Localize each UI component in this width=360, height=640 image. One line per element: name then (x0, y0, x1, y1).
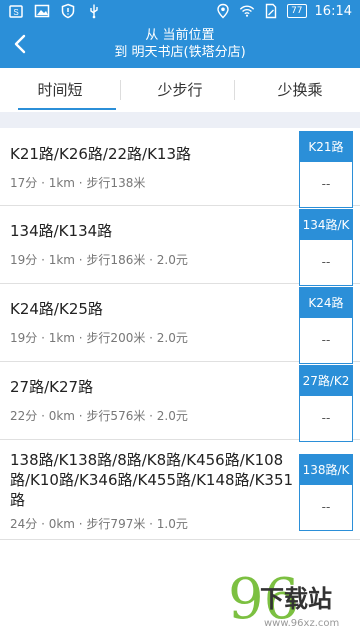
route-item[interactable]: 27路/K27路 22分 · 0km · 步行576米 · 2.0元 27路/K… (0, 362, 360, 442)
app-notification-icon: S (8, 3, 24, 19)
route-destination: 到 明天书店(铁塔分店) (114, 45, 246, 60)
status-bar: S 77 16:14 (0, 0, 360, 24)
sort-tabs: 时间短 少步行 少换乘 (0, 68, 360, 112)
realtime-badge[interactable]: 138路/K -- (299, 454, 353, 531)
tab-fewer-transfers[interactable]: 少换乘 (240, 68, 360, 112)
route-header: 从 当前位置 到 明天书店(铁塔分店) (0, 24, 360, 68)
route-lines: 138路/K138路/8路/K8路/K456路/K108路/K10路/K346路… (10, 451, 294, 509)
sim-icon (263, 3, 279, 19)
section-gap (0, 112, 360, 128)
badge-line: 138路/K (300, 455, 352, 485)
route-meta: 17分 · 1km · 步行138米 (10, 176, 146, 190)
realtime-badge[interactable]: 27路/K2 -- (299, 365, 353, 442)
tab-divider (234, 80, 235, 100)
badge-line: 27路/K2 (300, 366, 352, 396)
realtime-badge[interactable]: K24路 -- (299, 287, 353, 364)
badge-arrival: -- (321, 500, 331, 514)
route-lines: 134路/K134路 (10, 222, 113, 240)
tab-shortest-time[interactable]: 时间短 (0, 68, 120, 112)
badge-line: 134路/K (300, 210, 352, 240)
shield-icon (60, 3, 76, 19)
badge-arrival: -- (321, 333, 331, 347)
route-meta: 22分 · 0km · 步行576米 · 2.0元 (10, 409, 188, 423)
route-item[interactable]: 134路/K134路 19分 · 1km · 步行186米 · 2.0元 134… (0, 206, 360, 286)
route-meta: 19分 · 1km · 步行186米 · 2.0元 (10, 253, 188, 267)
badge-arrival: -- (321, 255, 331, 269)
wifi-icon (239, 3, 255, 19)
usb-icon (86, 3, 102, 19)
watermark-url: www.96xz.com (264, 618, 340, 629)
route-item[interactable]: K24路/K25路 19分 · 1km · 步行200米 · 2.0元 K24路… (0, 284, 360, 364)
clock: 16:14 (314, 3, 352, 19)
image-icon (34, 3, 50, 19)
badge-line: K21路 (300, 132, 352, 162)
route-origin: 从 当前位置 (145, 28, 215, 43)
badge-arrival: -- (321, 411, 331, 425)
route-lines: K21路/K26路/22路/K13路 (10, 145, 192, 163)
route-meta: 19分 · 1km · 步行200米 · 2.0元 (10, 331, 188, 345)
site-watermark: 96 下载站 www.96xz.com (208, 572, 356, 636)
svg-text:S: S (13, 8, 18, 17)
battery-indicator: 77 (287, 4, 307, 18)
route-lines: K24路/K25路 (10, 300, 103, 318)
realtime-badge[interactable]: 134路/K -- (299, 209, 353, 286)
tab-less-walking[interactable]: 少步行 (120, 68, 240, 112)
location-icon (215, 3, 231, 19)
realtime-badge[interactable]: K21路 -- (299, 131, 353, 208)
watermark-text: 下载站 (260, 585, 332, 613)
badge-arrival: -- (321, 177, 331, 191)
badge-line: K24路 (300, 288, 352, 318)
route-item[interactable]: 138路/K138路/8路/K8路/K456路/K108路/K10路/K346路… (0, 440, 360, 540)
route-meta: 24分 · 0km · 步行797米 · 1.0元 (10, 517, 188, 531)
tab-divider (120, 80, 121, 100)
route-item[interactable]: K21路/K26路/22路/K13路 17分 · 1km · 步行138米 K2… (0, 128, 360, 208)
route-lines: 27路/K27路 (10, 378, 94, 396)
